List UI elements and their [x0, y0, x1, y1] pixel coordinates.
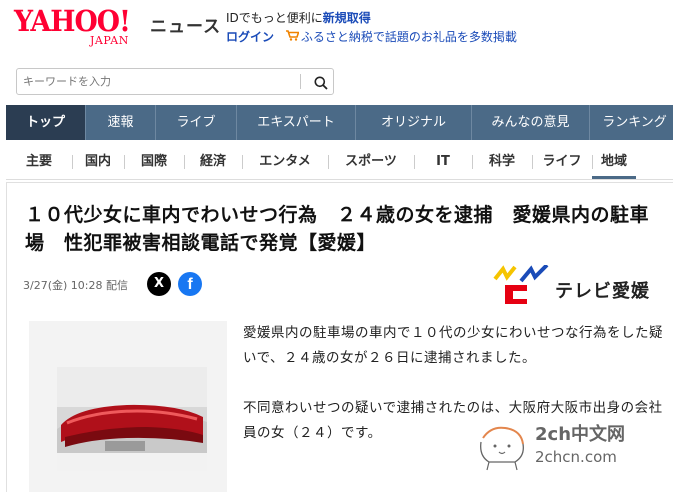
- category-sports[interactable]: スポーツ: [328, 146, 414, 179]
- nav-tab-breaking[interactable]: 速報: [86, 105, 156, 140]
- article-photo[interactable]: [29, 321, 227, 492]
- login-link[interactable]: ログイン: [226, 30, 274, 44]
- main-navigation: トップ 速報 ライブ エキスパート オリジナル みんなの意見 ランキング: [6, 105, 673, 140]
- signup-link[interactable]: 新規取得: [323, 11, 371, 25]
- category-economy[interactable]: 経済: [184, 146, 242, 179]
- search-button[interactable]: [305, 71, 331, 93]
- id-promo: IDでもっと便利に新規取得: [226, 9, 371, 26]
- watermark-site-name: 2ch中文网: [535, 424, 626, 445]
- source-logo[interactable]: テレビ愛媛: [491, 263, 667, 305]
- share-facebook-button[interactable]: f: [178, 272, 202, 296]
- police-car-light-image: [57, 367, 207, 471]
- nav-tab-opinions[interactable]: みんなの意見: [472, 105, 590, 140]
- category-navigation: 主要 国内 国際 経済 エンタメ スポーツ IT 科学 ライフ 地域: [6, 146, 673, 180]
- search-icon: [314, 76, 328, 90]
- article-paragraph: 愛媛県内の駐車場の車内で１０代の少女にわいせつな行為をした疑いで、２４歳の女が２…: [243, 325, 663, 366]
- category-main[interactable]: 主要: [6, 146, 72, 179]
- header-links: ログイン ふるさと納税で話題のお礼品を多数掲載: [226, 28, 517, 45]
- category-entertainment[interactable]: エンタメ: [242, 146, 328, 179]
- source-name: テレビ愛媛: [555, 281, 650, 302]
- category-life[interactable]: ライフ: [532, 146, 592, 179]
- nav-tab-expert[interactable]: エキスパート: [237, 105, 356, 140]
- site-header: YAHOO! JAPAN ニュース IDでもっと便利に新規取得 ログイン ふるさ…: [0, 0, 673, 58]
- yahoo-japan-logo[interactable]: YAHOO! JAPAN: [14, 4, 150, 48]
- nav-tab-live[interactable]: ライブ: [156, 105, 237, 140]
- category-domestic[interactable]: 国内: [72, 146, 124, 179]
- cart-icon: [285, 30, 300, 44]
- id-promo-text: IDでもっと便利に: [226, 11, 323, 25]
- search-divider: [300, 74, 301, 89]
- nav-tab-ranking[interactable]: ランキング: [590, 105, 673, 140]
- logo-subtext: JAPAN: [90, 34, 129, 47]
- category-international[interactable]: 国際: [124, 146, 184, 179]
- search-box: [16, 68, 334, 95]
- share-x-button[interactable]: X: [147, 272, 171, 296]
- category-science[interactable]: 科学: [472, 146, 532, 179]
- search-input[interactable]: [23, 69, 303, 94]
- mascot-face-icon: [475, 422, 531, 475]
- watermark: 2ch中文网 2chcn.com: [475, 420, 645, 480]
- tv-ehime-mark-icon: [493, 263, 549, 304]
- nav-tab-top[interactable]: トップ: [6, 105, 86, 140]
- category-local[interactable]: 地域: [592, 146, 636, 179]
- article-meta: 3/27(金) 10:28 配信: [23, 279, 128, 292]
- nav-tab-original[interactable]: オリジナル: [356, 105, 472, 140]
- article-headline: １０代少女に車内でわいせつ行為 ２４歳の女を逮捕 愛媛県内の駐車場 性犯罪被害相…: [25, 204, 650, 254]
- service-title[interactable]: ニュース: [150, 12, 221, 37]
- watermark-site-url: 2chcn.com: [535, 448, 617, 466]
- logo-text: YAHOO!: [14, 4, 131, 38]
- category-it[interactable]: IT: [414, 146, 472, 179]
- furusato-link[interactable]: ふるさと納税で話題のお礼品を多数掲載: [301, 30, 517, 44]
